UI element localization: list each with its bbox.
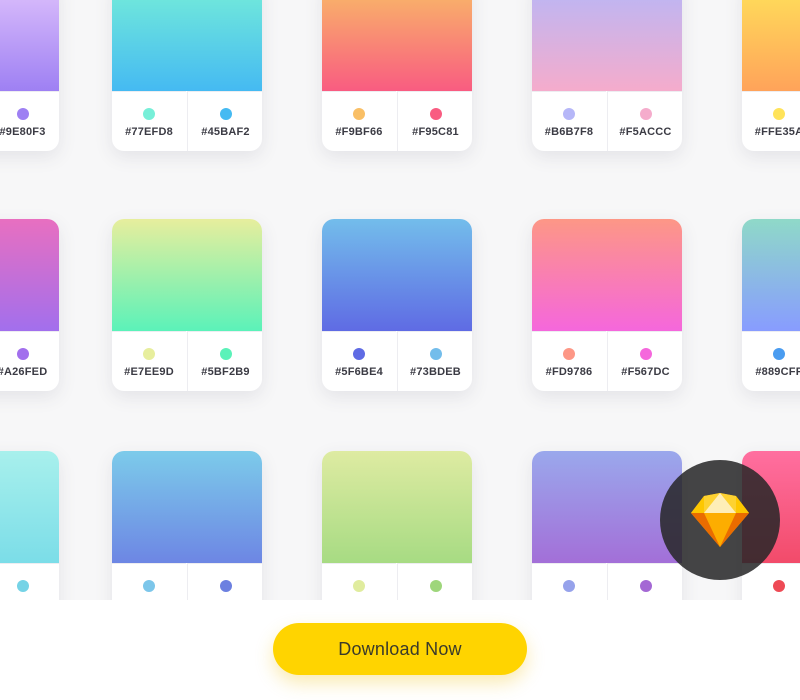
color-swatch[interactable]: #A26FED (0, 331, 59, 391)
palette-grid: #9E80F3 #77EFD8 #45BAF2 #F9BF66 #F95C81 #B6B7… (0, 0, 800, 700)
hex-code: #45BAF2 (201, 126, 250, 138)
gradient-preview (322, 0, 472, 91)
hex-code: #E7EE9D (124, 366, 174, 378)
color-dot (639, 108, 652, 120)
hex-code: #B6B7F8 (544, 126, 594, 138)
color-dot (219, 348, 232, 360)
gradient-preview (0, 0, 59, 91)
palette-card[interactable] (322, 451, 472, 623)
color-dot (353, 348, 365, 360)
color-dot (563, 108, 575, 120)
color-dot (143, 348, 155, 360)
color-dot (143, 108, 155, 120)
hex-code: #889CFF (755, 366, 800, 378)
color-swatch[interactable]: #F5ACCC (607, 91, 682, 151)
hex-code: #FD9786 (545, 366, 593, 378)
color-swatch[interactable]: #F567DC (607, 331, 682, 391)
color-swatch[interactable]: #9E80F3 (0, 91, 59, 151)
hex-code: #F567DC (621, 366, 670, 378)
palette-card[interactable]: #77EFD8 #45BAF2 (112, 0, 262, 151)
color-dot (773, 108, 785, 120)
color-swatch[interactable]: #F95C81 (397, 91, 472, 151)
color-swatch[interactable]: #5F6BE4 (322, 331, 396, 391)
color-dot (563, 580, 575, 592)
color-swatch[interactable]: #FFE35A (742, 91, 800, 151)
color-swatch[interactable]: #45BAF2 (187, 91, 262, 151)
gradient-preview (532, 0, 682, 91)
hex-code: #9E80F3 (0, 126, 46, 138)
gradient-preview (0, 451, 59, 563)
sketch-diamond-icon (691, 493, 749, 547)
color-dot (639, 580, 652, 592)
color-dot (353, 108, 365, 120)
gradient-preview (112, 0, 262, 91)
palette-card[interactable]: #FD9786 #F567DC (532, 219, 682, 391)
gradient-preview (742, 219, 800, 331)
color-swatch[interactable]: #77EFD8 (112, 91, 186, 151)
palette-card[interactable]: #B6B7F8 #F5ACCC (532, 0, 682, 151)
hex-code: #F5ACCC (619, 126, 672, 138)
gradient-preview (532, 219, 682, 331)
color-swatch[interactable]: #E7EE9D (112, 331, 186, 391)
palette-card[interactable] (532, 451, 682, 623)
color-dot (429, 580, 442, 592)
hex-code: #73BDEB (410, 366, 461, 378)
hex-code: #FFE35A (754, 126, 800, 138)
color-dot (429, 348, 442, 360)
gradient-preview (532, 451, 682, 563)
hex-code: #77EFD8 (125, 126, 173, 138)
color-dot (143, 580, 155, 592)
color-dot (353, 580, 365, 592)
palette-card[interactable] (112, 451, 262, 623)
color-swatch[interactable]: #889CFF (742, 331, 800, 391)
sketch-badge (660, 460, 780, 580)
palette-card[interactable]: #9E80F3 (0, 0, 59, 151)
gradient-preview (742, 0, 800, 91)
color-dot (16, 580, 29, 592)
color-dot (429, 108, 442, 120)
gradient-preview (0, 219, 59, 331)
color-dot (639, 348, 652, 360)
color-swatch[interactable]: #FD9786 (532, 331, 606, 391)
palette-card[interactable]: #E7EE9D #5BF2B9 (112, 219, 262, 391)
color-swatch[interactable]: #73BDEB (397, 331, 472, 391)
gradient-preview (322, 451, 472, 563)
color-dot (219, 580, 232, 592)
color-dot (16, 108, 29, 120)
color-swatch[interactable]: #F9BF66 (322, 91, 396, 151)
hex-code: #5F6BE4 (335, 366, 383, 378)
color-dot (773, 348, 785, 360)
palette-card[interactable]: #F9BF66 #F95C81 (322, 0, 472, 151)
download-button[interactable]: Download Now (273, 623, 527, 675)
color-swatch[interactable]: #B6B7F8 (532, 91, 606, 151)
hex-code: #5BF2B9 (201, 366, 250, 378)
palette-card[interactable]: #A26FED (0, 219, 59, 391)
gradient-preview (112, 219, 262, 331)
hex-code: #A26FED (0, 366, 48, 378)
palette-card[interactable]: #FFE35A (742, 0, 800, 151)
color-dot (773, 580, 785, 592)
palette-card[interactable] (0, 451, 59, 623)
color-dot (16, 348, 29, 360)
color-swatch[interactable]: #5BF2B9 (187, 331, 262, 391)
hex-code: #F95C81 (412, 126, 459, 138)
gradient-preview (112, 451, 262, 563)
gradient-preview (322, 219, 472, 331)
hex-code: #F9BF66 (335, 126, 383, 138)
color-dot (563, 348, 575, 360)
palette-card[interactable]: #5F6BE4 #73BDEB (322, 219, 472, 391)
palette-card[interactable]: #889CFF (742, 219, 800, 391)
color-dot (219, 108, 232, 120)
